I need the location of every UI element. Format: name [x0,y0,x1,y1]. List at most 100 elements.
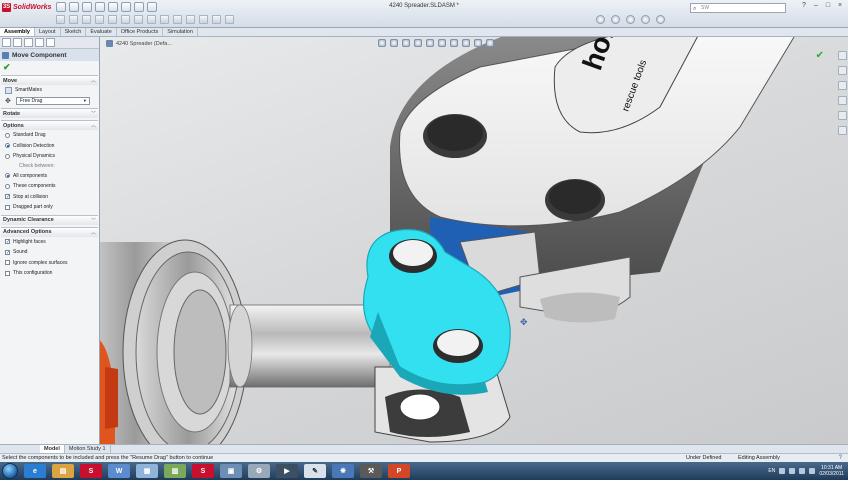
power-icon[interactable] [809,468,816,474]
smartmates-row[interactable]: SmartMates [1,85,98,96]
feature-tree-tab-icon[interactable] [2,38,11,47]
feature-tree-flyout[interactable]: 4240 Spreader (Defa... [106,40,172,47]
instant3d-icon[interactable] [225,15,234,24]
network-app-icon[interactable]: ❋ [332,464,354,478]
calculator-icon[interactable]: ▦ [136,464,158,478]
graphics-area[interactable]: holmatro rescue tools 4240 Spreader (Def… [100,37,848,444]
solidworks-taskbar-icon[interactable]: S [80,464,102,478]
tab-office-products[interactable]: Office Products [117,28,164,36]
appearances-tab-icon[interactable] [837,111,847,120]
assembly-model[interactable]: holmatro rescue tools [100,37,848,444]
mate-icon[interactable] [69,15,78,24]
edit-appearance-icon[interactable] [462,39,470,47]
show-hidden-icon[interactable] [121,15,130,24]
tab-model[interactable]: Model [40,445,65,453]
cylinder-body[interactable] [100,239,248,444]
collision-detection-radio[interactable] [5,143,10,149]
ignore-complex-surfaces-option[interactable]: Ignore complex surfaces [1,258,98,269]
media-icon[interactable]: ▶ [276,464,298,478]
hide-show-icon[interactable] [626,15,635,24]
assembly-features-icon[interactable] [134,15,143,24]
highlight-faces-checkbox[interactable]: ✓ [5,239,10,245]
internet-explorer-icon[interactable]: e [24,464,46,478]
this-configuration-checkbox[interactable] [5,270,10,276]
clock[interactable]: 10:31 AM 02/03/2011 [819,465,844,477]
display-tab-icon[interactable] [46,38,55,47]
paint-icon[interactable]: ✎ [304,464,326,478]
move-mode-select[interactable]: Free Drag ▼ [15,96,90,105]
all-components-option[interactable]: All components [1,171,98,182]
search-input[interactable]: ⌕ SW [690,3,786,13]
these-components-option[interactable]: These components [1,181,98,192]
section-view-icon[interactable] [414,39,422,47]
zoom-to-fit-icon[interactable] [378,39,386,47]
bill-of-materials-icon[interactable] [173,15,182,24]
advanced-options-header[interactable]: Advanced Options ︿ [1,227,98,237]
document-icon[interactable]: W [108,464,130,478]
options-group-header[interactable]: Options ︿ [1,121,98,130]
appearance-icon[interactable] [641,15,650,24]
tab-sketch[interactable]: Sketch [61,28,87,36]
explode-line-sketch-icon[interactable] [199,15,208,24]
close-button[interactable]: × [836,2,844,9]
stop-at-collision-checkbox[interactable]: ✓ [5,194,10,200]
dimxpert-tab-icon[interactable] [35,38,44,47]
start-button[interactable] [2,463,18,479]
dragged-part-only-option[interactable]: Dragged part only [1,202,98,213]
volume-icon[interactable] [789,468,796,474]
resources-tab-icon[interactable] [837,51,847,60]
all-components-radio[interactable] [5,173,10,179]
view-palette-tab-icon[interactable] [837,96,847,105]
tab-simulation[interactable]: Simulation [163,28,198,36]
stop-at-collision-option[interactable]: ✓ Stop at collision [1,192,98,203]
view-orientation-icon[interactable] [426,39,434,47]
these-components-radio[interactable] [5,183,10,189]
zoom-to-area-icon[interactable] [390,39,398,47]
display-style-icon[interactable] [611,15,620,24]
language-indicator[interactable]: EN [768,468,775,474]
interference-detection-icon[interactable] [212,15,221,24]
standard-drag-option[interactable]: Standard Drag [1,130,98,141]
file-explorer-tab-icon[interactable] [837,81,847,90]
powerpoint-icon[interactable]: P [388,464,410,478]
solidworks-app-icon[interactable]: S [192,464,214,478]
flag-icon[interactable] [799,468,806,474]
tab-assembly[interactable]: Assembly [0,28,35,36]
sound-checkbox[interactable]: ✓ [5,249,10,255]
dragged-part-only-checkbox[interactable] [5,204,10,210]
apply-scene-icon[interactable] [474,39,482,47]
file-explorer-icon[interactable]: ▤ [52,464,74,478]
insert-components-icon[interactable] [56,15,65,24]
ok-check-icon[interactable]: ✔ [3,62,11,72]
tab-motion-study[interactable]: Motion Study 1 [65,445,111,453]
move-group-header[interactable]: Move ︿ [1,76,98,85]
highlight-faces-option[interactable]: ✓ Highlight faces [1,237,98,248]
minimize-button[interactable]: – [812,2,820,9]
linear-pattern-icon[interactable] [82,15,91,24]
collision-detection-option[interactable]: Collision Detection [1,141,98,152]
design-library-tab-icon[interactable] [837,66,847,75]
display-style-icon[interactable] [438,39,446,47]
tab-layout[interactable]: Layout [35,28,61,36]
status-help-icon[interactable]: ? [839,455,842,461]
tab-evaluate[interactable]: Evaluate [86,28,117,36]
rotate-group-header[interactable]: Rotate ﹀ [1,109,98,118]
exploded-view-icon[interactable] [186,15,195,24]
chart-icon[interactable]: ▥ [164,464,186,478]
maximize-button[interactable]: □ [824,2,832,9]
custom-properties-tab-icon[interactable] [837,126,847,135]
this-configuration-option[interactable]: This configuration [1,268,98,279]
previous-view-icon[interactable] [402,39,410,47]
reference-geometry-icon[interactable] [147,15,156,24]
tool-icon[interactable]: ⚙ [248,464,270,478]
network-icon[interactable] [779,468,786,474]
property-manager-tab-icon[interactable] [13,38,22,47]
view-settings-icon[interactable] [486,39,494,47]
physical-dynamics-option[interactable]: Physical Dynamics [1,151,98,162]
configuration-tab-icon[interactable] [24,38,33,47]
dynamic-clearance-header[interactable]: Dynamic Clearance ﹀ [1,215,98,225]
hide-show-items-icon[interactable] [450,39,458,47]
new-motion-study-icon[interactable] [160,15,169,24]
sound-option[interactable]: ✓ Sound [1,247,98,258]
standard-drag-radio[interactable] [5,132,10,138]
